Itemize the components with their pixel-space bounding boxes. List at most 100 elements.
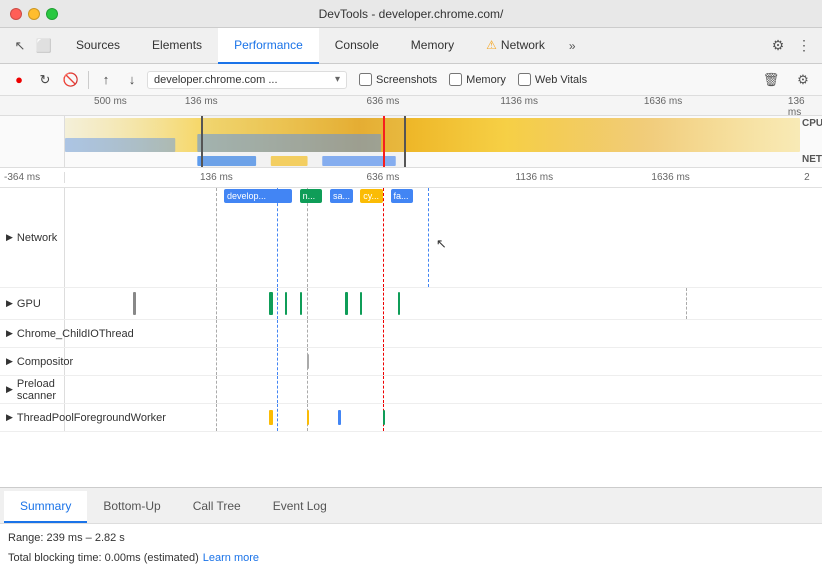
tab-bottom-up[interactable]: Bottom-Up xyxy=(87,491,176,523)
pill-develop: develop... xyxy=(224,189,292,203)
minimize-button[interactable] xyxy=(28,8,40,20)
tab-network[interactable]: ⚠Network xyxy=(470,28,561,64)
tab-console[interactable]: Console xyxy=(319,28,395,64)
url-text: developer.chrome.com ... xyxy=(154,74,335,86)
gpu-vline4 xyxy=(686,288,687,319)
capture-settings-icon[interactable]: ⚙ xyxy=(792,69,814,91)
gpu-marker1 xyxy=(133,292,136,315)
record-button[interactable]: ● xyxy=(8,69,30,91)
cursor-icon[interactable]: ↖ xyxy=(12,38,28,54)
time-ruler-bottom: -364 ms 136 ms 636 ms 1136 ms 1636 ms 2 xyxy=(0,168,822,188)
pill-n: n... xyxy=(300,189,323,203)
range-text: Range: 239 ms – 2.82 s xyxy=(8,528,814,548)
warn-icon: ⚠ xyxy=(486,38,497,52)
io-vline-red xyxy=(383,320,384,347)
network-label-text: Network xyxy=(17,232,57,244)
pre-vline1 xyxy=(216,376,217,403)
toolbar: ● ↻ 🚫 ↑ ↓ developer.chrome.com ... ▾ Scr… xyxy=(0,64,822,96)
net-chart-svg xyxy=(65,155,800,167)
memory-input[interactable] xyxy=(449,73,462,86)
web-vitals-input[interactable] xyxy=(518,73,531,86)
tick2-636ms: 636 ms xyxy=(367,172,400,183)
tab-summary[interactable]: Summary xyxy=(4,491,87,523)
gpu-vline-red xyxy=(383,288,384,319)
tp-marker1 xyxy=(269,410,273,425)
tab-performance[interactable]: Performance xyxy=(218,28,319,64)
preload-scanner-label[interactable]: ▶ Preload scanner xyxy=(0,376,65,403)
maximize-button[interactable] xyxy=(46,8,58,20)
tab-memory[interactable]: Memory xyxy=(395,28,470,64)
tab-event-log-label: Event Log xyxy=(273,499,327,513)
tp-marker2 xyxy=(307,410,309,425)
chrome-io-expand-icon: ▶ xyxy=(6,328,13,339)
gpu-vline3 xyxy=(307,288,308,319)
divider1 xyxy=(88,71,89,89)
preload-expand-icon: ▶ xyxy=(6,384,13,395)
gpu-track-label[interactable]: ▶ GPU xyxy=(0,288,65,319)
screenshots-input[interactable] xyxy=(359,73,372,86)
device-icon[interactable]: ⬜ xyxy=(36,38,52,54)
net-label: NET xyxy=(802,154,822,165)
pill-fa: fa... xyxy=(391,189,414,203)
more-options-icon[interactable]: ⋮ xyxy=(794,36,814,56)
web-vitals-checkbox[interactable]: Web Vitals xyxy=(518,73,587,86)
vline4 xyxy=(428,188,429,287)
tp-vline1 xyxy=(216,404,217,431)
nav-icons: ↖ ⬜ xyxy=(4,38,60,54)
chart-main[interactable]: CPU NET xyxy=(65,116,822,167)
learn-more-link[interactable]: Learn more xyxy=(203,552,259,564)
close-button[interactable] xyxy=(10,8,22,20)
screenshots-checkbox[interactable]: Screenshots xyxy=(359,73,437,86)
window-controls xyxy=(10,8,58,20)
tab-summary-label: Summary xyxy=(20,499,71,513)
reload-button[interactable]: ↻ xyxy=(34,69,56,91)
chart-left-spacer xyxy=(0,116,65,167)
upload-button[interactable]: ↑ xyxy=(95,69,117,91)
preload-scanner-track: ▶ Preload scanner xyxy=(0,376,822,404)
compositor-track-content xyxy=(65,348,822,375)
pre-vline3 xyxy=(307,376,308,403)
url-dropdown-icon[interactable]: ▾ xyxy=(335,74,340,85)
ruler2-left: -364 ms xyxy=(0,172,65,183)
tab-call-tree-label: Call Tree xyxy=(193,499,241,513)
tick-636ms: 636 ms xyxy=(367,96,400,107)
tab-sources[interactable]: Sources xyxy=(60,28,136,64)
network-track-label[interactable]: ▶ Network xyxy=(0,188,65,287)
io-vline3 xyxy=(307,320,308,347)
pill-sa: sa... xyxy=(330,189,353,203)
comp-vline1 xyxy=(216,348,217,375)
selection-overlay xyxy=(201,116,405,167)
time-ruler2-ticks: 136 ms 636 ms 1136 ms 1636 ms 2 xyxy=(65,168,822,187)
clear-button[interactable]: 🚫 xyxy=(60,69,82,91)
main-tabs: ↖ ⬜ Sources Elements Performance Console… xyxy=(0,28,822,64)
memory-checkbox[interactable]: Memory xyxy=(449,73,506,86)
tp-vline2 xyxy=(277,404,278,431)
tab-event-log[interactable]: Event Log xyxy=(257,491,343,523)
download-button[interactable]: ↓ xyxy=(121,69,143,91)
gpu-marker2 xyxy=(269,292,273,315)
chrome-io-track-content xyxy=(65,320,822,347)
more-tabs-button[interactable]: » xyxy=(561,39,584,53)
preload-label-text: Preload scanner xyxy=(17,378,64,402)
chrome-child-io-label[interactable]: ▶ Chrome_ChildIOThread xyxy=(0,320,65,347)
gpu-expand-icon: ▶ xyxy=(6,298,13,309)
tab-elements[interactable]: Elements xyxy=(136,28,218,64)
cpu-net-chart: CPU NET xyxy=(0,116,822,168)
comp-marker1 xyxy=(307,354,309,369)
url-bar[interactable]: developer.chrome.com ... ▾ xyxy=(147,71,347,89)
trash-button[interactable]: 🗑 xyxy=(760,69,782,91)
cursor-indicator: ↖ xyxy=(436,236,447,252)
network-track-content: develop... n... sa... cy... fa... ↖ xyxy=(65,188,822,287)
gpu-track: ▶ GPU xyxy=(0,288,822,320)
blocking-time-text: Total blocking time: 0.00ms (estimated) xyxy=(8,552,199,564)
io-vline1 xyxy=(216,320,217,347)
thread-pool-label[interactable]: ▶ ThreadPoolForegroundWorker xyxy=(0,404,65,431)
tab-call-tree[interactable]: Call Tree xyxy=(177,491,257,523)
title-bar: DevTools - developer.chrome.com/ xyxy=(0,0,822,28)
cpu-label: CPU xyxy=(802,118,822,129)
cpu-chart-svg xyxy=(65,116,800,154)
time-offset: -364 ms xyxy=(4,172,40,183)
bottom-tabs: Summary Bottom-Up Call Tree Event Log xyxy=(0,487,822,523)
settings-icon[interactable]: ⚙ xyxy=(768,36,788,56)
compositor-label[interactable]: ▶ Compositor xyxy=(0,348,65,375)
